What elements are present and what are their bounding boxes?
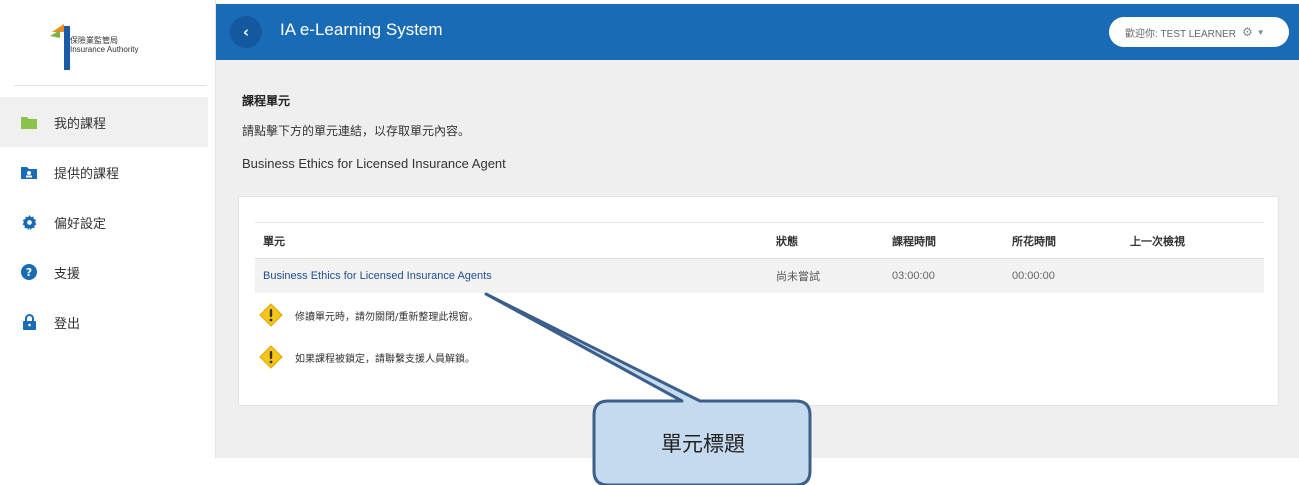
gear-icon: ⚙: [1241, 25, 1253, 39]
unit-link[interactable]: Business Ethics for Licensed Insurance A…: [263, 259, 492, 293]
warning-text: 修讀單元時，請勿關閉/重新整理此視窗。: [295, 311, 479, 323]
warning-note: 修讀單元時，請勿關閉/重新整理此視窗。: [259, 303, 478, 327]
logo-name-zh: 保險業監管局: [70, 36, 118, 45]
unit-status: 尚未嘗試: [776, 270, 820, 283]
sidebar-item-support[interactable]: ? 支援: [0, 247, 208, 297]
folder-person-icon: [20, 163, 38, 181]
user-menu-button[interactable]: 歡迎你: TEST LEARNER ⚙ ▼: [1109, 17, 1289, 47]
top-bar: ‹ IA e-Learning System 歡迎你: TEST LEARNER…: [216, 4, 1299, 60]
warning-icon: [259, 345, 283, 369]
insurance-authority-logo: 保險業監管局 Insurance Authority: [50, 18, 200, 70]
callout-label: 單元標題: [661, 432, 745, 456]
units-table: 單元 狀態 課程時間 所花時間 上一次檢視 Business Ethics fo…: [255, 222, 1264, 293]
sidebar-divider: [14, 85, 207, 86]
sidebar-item-my-courses[interactable]: 我的課程: [0, 97, 208, 147]
page-title: 課程單元: [242, 94, 291, 108]
caret-down-icon: ▼: [1256, 27, 1265, 37]
column-header-unit: 單元: [263, 234, 285, 248]
sidebar: 保險業監管局 Insurance Authority 我的課程 提供的課程 偏好…: [0, 0, 216, 458]
folder-icon: [20, 113, 38, 131]
table-header: 單元 狀態 課程時間 所花時間 上一次檢視: [255, 222, 1264, 259]
app-title: IA e-Learning System: [280, 20, 443, 39]
sidebar-nav: 我的課程 提供的課程 偏好設定 ? 支援 登出: [0, 97, 208, 347]
warning-note: 如果課程被鎖定，請聯繫支援人員解鎖。: [259, 345, 475, 369]
column-header-last-viewed: 上一次檢視: [1130, 234, 1185, 248]
column-header-duration: 課程時間: [892, 234, 936, 248]
column-header-time-spent: 所花時間: [1012, 234, 1056, 248]
page-description: 請點擊下方的單元連結，以存取單元內容。: [242, 124, 471, 138]
units-card: 單元 狀態 課程時間 所花時間 上一次檢視 Business Ethics fo…: [238, 196, 1279, 406]
logo-mark-icon: [50, 24, 70, 70]
user-greeting: 歡迎你: TEST LEARNER: [1125, 28, 1236, 40]
help-icon: ?: [20, 263, 38, 281]
sidebar-item-label: 登出: [54, 315, 81, 331]
warning-icon: [259, 303, 283, 327]
sidebar-item-preferences[interactable]: 偏好設定: [0, 197, 208, 247]
sidebar-item-label: 支援: [54, 265, 81, 281]
sidebar-item-label: 提供的課程: [54, 165, 120, 181]
back-button[interactable]: ‹: [230, 16, 262, 48]
gear-icon: [20, 213, 38, 231]
unit-duration: 03:00:00: [892, 270, 935, 282]
sidebar-item-label: 我的課程: [54, 115, 107, 131]
column-header-status: 狀態: [776, 234, 798, 248]
chevron-left-icon: ‹: [242, 23, 250, 41]
sidebar-item-logout[interactable]: 登出: [0, 297, 208, 347]
table-row: Business Ethics for Licensed Insurance A…: [255, 259, 1264, 293]
warning-text: 如果課程被鎖定，請聯繫支援人員解鎖。: [295, 353, 475, 365]
sidebar-item-offered-courses[interactable]: 提供的課程: [0, 147, 208, 197]
main-content: 課程單元 請點擊下方的單元連結，以存取單元內容。 Business Ethics…: [216, 60, 1299, 458]
sidebar-item-label: 偏好設定: [54, 215, 107, 231]
logo-name-en: Insurance Authority: [70, 45, 139, 54]
svg-text:?: ?: [26, 266, 32, 279]
unit-time-spent: 00:00:00: [1012, 270, 1055, 282]
course-name: Business Ethics for Licensed Insurance A…: [242, 156, 506, 171]
lock-icon: [20, 313, 38, 331]
